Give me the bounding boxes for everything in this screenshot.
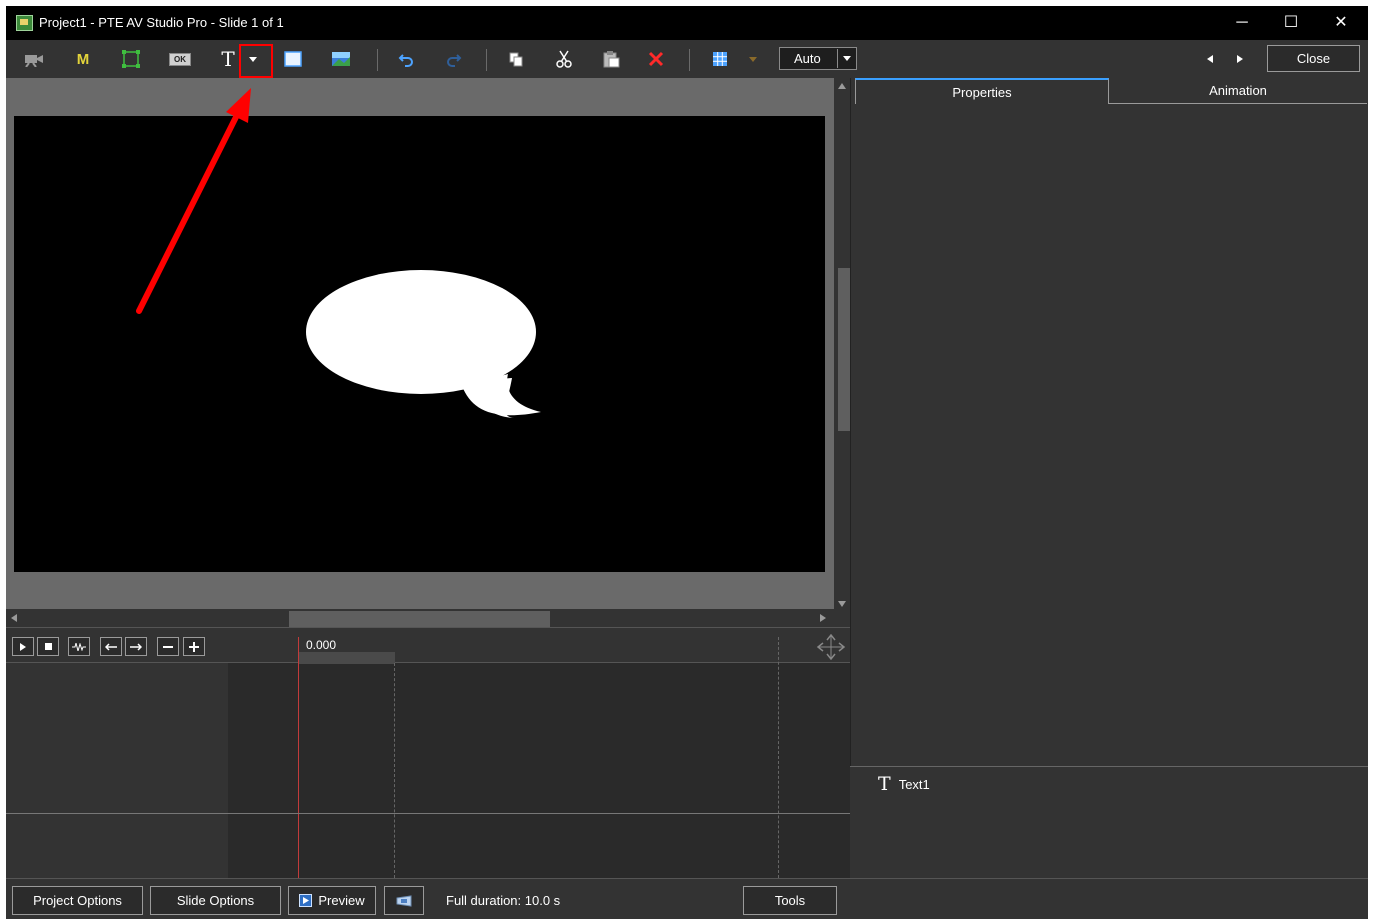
timeline-cursor[interactable] bbox=[298, 637, 299, 878]
timeline-marker bbox=[394, 663, 395, 878]
rectangle-icon[interactable] bbox=[279, 46, 307, 72]
speech-bubble-shape[interactable] bbox=[14, 116, 825, 572]
timeline-track-labels bbox=[6, 663, 228, 878]
slide-options-button[interactable]: Slide Options bbox=[150, 886, 281, 915]
app-window: Project1 - PTE AV Studio Pro - Slide 1 o… bbox=[6, 6, 1368, 919]
canvas-vertical-scrollbar[interactable] bbox=[834, 78, 850, 616]
app-icon bbox=[16, 15, 33, 31]
close-button[interactable]: Close bbox=[1267, 45, 1360, 72]
stop-button[interactable] bbox=[37, 637, 59, 656]
camera-icon[interactable] bbox=[20, 46, 48, 72]
move-icon[interactable] bbox=[816, 634, 846, 660]
arrow-left-button[interactable] bbox=[100, 637, 122, 656]
maximize-button[interactable]: ☐ bbox=[1268, 6, 1314, 40]
scroll-right-icon[interactable] bbox=[820, 614, 826, 622]
close-window-button[interactable]: ✕ bbox=[1318, 6, 1364, 40]
mask-icon[interactable]: M bbox=[69, 46, 97, 72]
object-label: Text1 bbox=[898, 776, 930, 792]
window-title: Project1 - PTE AV Studio Pro - Slide 1 o… bbox=[39, 15, 284, 30]
preview-icon bbox=[299, 894, 313, 907]
tab-properties[interactable]: Properties bbox=[855, 78, 1109, 104]
text-object-icon: T bbox=[878, 773, 891, 795]
arrow-right-button[interactable] bbox=[125, 637, 147, 656]
toolbar-separator bbox=[377, 49, 378, 71]
next-slide-icon[interactable] bbox=[1229, 46, 1251, 72]
vertical-scroll-thumb[interactable] bbox=[838, 268, 850, 431]
list-item[interactable]: T Text1 bbox=[878, 773, 930, 795]
cut-icon[interactable] bbox=[550, 46, 578, 72]
scroll-down-icon[interactable] bbox=[838, 601, 846, 607]
zoom-select[interactable]: Auto bbox=[779, 47, 857, 70]
zoom-out-button[interactable] bbox=[157, 637, 179, 656]
title-bar: Project1 - PTE AV Studio Pro - Slide 1 o… bbox=[6, 6, 1368, 40]
toolbar: M OK T Auto Close bbox=[6, 40, 1368, 78]
project-options-button[interactable]: Project Options bbox=[12, 886, 143, 915]
button-icon[interactable]: OK bbox=[166, 46, 194, 72]
slide-preview[interactable] bbox=[14, 116, 825, 572]
canvas-horizontal-scrollbar[interactable] bbox=[6, 609, 834, 627]
copy-icon[interactable] bbox=[502, 46, 530, 72]
tab-animation[interactable]: Animation bbox=[1109, 78, 1367, 104]
publish-button[interactable] bbox=[384, 886, 424, 915]
grid-icon[interactable] bbox=[706, 46, 734, 72]
preview-button[interactable]: Preview bbox=[288, 886, 376, 915]
timeline-divider bbox=[6, 813, 850, 814]
annotation-highlight-box bbox=[239, 44, 273, 78]
button-icon-label: OK bbox=[169, 52, 191, 66]
frame-icon[interactable] bbox=[117, 46, 145, 72]
play-button[interactable] bbox=[12, 637, 34, 656]
chevron-down-icon[interactable] bbox=[837, 49, 855, 68]
waveform-button[interactable] bbox=[68, 637, 90, 656]
horizontal-scroll-thumb[interactable] bbox=[289, 611, 550, 627]
grid-dropdown-icon[interactable] bbox=[743, 46, 763, 72]
full-duration-status: Full duration: 10.0 s bbox=[446, 893, 561, 908]
toolbar-separator bbox=[486, 49, 487, 71]
timeline-controls: 0.000 bbox=[6, 627, 850, 664]
publish-icon bbox=[396, 894, 412, 907]
image-icon[interactable] bbox=[327, 46, 355, 72]
zoom-value: Auto bbox=[794, 51, 821, 66]
timeline-time: 0.000 bbox=[306, 638, 337, 652]
undo-icon[interactable] bbox=[392, 46, 420, 72]
prev-slide-icon[interactable] bbox=[1199, 46, 1221, 72]
slide-canvas-area[interactable] bbox=[6, 78, 834, 616]
bottom-bar: Project Options Slide Options Preview Fu… bbox=[6, 878, 1368, 919]
paste-icon[interactable] bbox=[597, 46, 625, 72]
delete-icon[interactable] bbox=[642, 46, 670, 72]
preview-label: Preview bbox=[318, 893, 365, 908]
timeline-track-area[interactable] bbox=[228, 663, 850, 878]
scroll-left-icon[interactable] bbox=[11, 614, 17, 622]
timeline-ruler-bar bbox=[298, 652, 395, 664]
zoom-in-button[interactable] bbox=[183, 637, 205, 656]
toolbar-separator bbox=[689, 49, 690, 71]
scroll-up-icon[interactable] bbox=[838, 83, 846, 89]
text-icon[interactable]: T bbox=[214, 46, 242, 72]
timeline: 0.000 bbox=[6, 627, 850, 878]
objects-list: T Text1 bbox=[850, 766, 1368, 878]
redo-icon[interactable] bbox=[440, 46, 468, 72]
timeline-end-marker bbox=[778, 637, 779, 878]
tools-button[interactable]: Tools bbox=[743, 886, 837, 915]
minimize-button[interactable]: ─ bbox=[1219, 6, 1265, 40]
properties-panel: Properties Animation bbox=[850, 78, 1368, 878]
